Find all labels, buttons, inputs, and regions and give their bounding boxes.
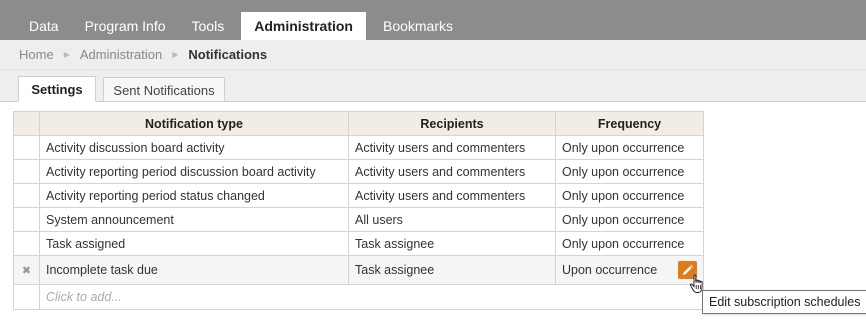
delete-row-icon[interactable]: ✖ [13, 255, 40, 285]
table-row[interactable]: Activity reporting period status changed… [13, 183, 704, 208]
table-row[interactable]: Activity discussion board activity Activ… [13, 135, 704, 160]
cell-recipients[interactable]: Activity users and commenters [348, 183, 556, 208]
top-nav-tabs: Data Program Info Tools Administration B… [16, 12, 466, 40]
tab-sent-notifications[interactable]: Sent Notifications [103, 77, 225, 102]
cell-recipients[interactable]: All users [348, 207, 556, 232]
selector-column-header [13, 111, 40, 136]
cell-notification-type[interactable]: Activity reporting period status changed [39, 183, 349, 208]
row-selector[interactable] [13, 231, 40, 256]
cell-frequency[interactable]: Only upon occurrence [555, 207, 704, 232]
cell-recipients[interactable]: Task assignee [348, 231, 556, 256]
notifications-table: Notification type Recipients Frequency A… [13, 111, 704, 310]
cell-frequency[interactable]: Only upon occurrence [555, 231, 704, 256]
nav-tab-tools[interactable]: Tools [179, 12, 238, 40]
add-row-placeholder[interactable]: Click to add... [46, 290, 122, 304]
breadcrumb: Home ▶ Administration ▶ Notifications [0, 40, 866, 70]
nav-tab-administration[interactable]: Administration [241, 12, 366, 40]
column-header-notification-type[interactable]: Notification type [39, 111, 349, 136]
table-header-row: Notification type Recipients Frequency [13, 111, 704, 136]
row-selector[interactable] [13, 159, 40, 184]
tab-settings[interactable]: Settings [18, 76, 96, 102]
row-selector [13, 284, 40, 310]
cell-notification-type[interactable]: System announcement [39, 207, 349, 232]
cell-frequency-text: Upon occurrence [562, 263, 658, 277]
breadcrumb-separator-icon: ▶ [172, 50, 179, 59]
column-header-frequency[interactable]: Frequency [555, 111, 704, 136]
table-row[interactable]: Activity reporting period discussion boa… [13, 159, 704, 184]
row-selector[interactable] [13, 207, 40, 232]
breadcrumb-current-page: Notifications [188, 47, 268, 62]
cell-notification-type[interactable]: Activity discussion board activity [39, 135, 349, 160]
nav-tab-program-info[interactable]: Program Info [72, 12, 179, 40]
subtab-bar: Settings Sent Notifications [0, 70, 866, 102]
notifications-grid: Notification type Recipients Frequency A… [13, 111, 704, 310]
tooltip: Edit subscription schedules [702, 290, 866, 314]
cell-frequency[interactable]: Only upon occurrence [555, 159, 704, 184]
add-row[interactable]: Click to add... [13, 284, 704, 310]
table-row[interactable]: Task assigned Task assignee Only upon oc… [13, 231, 704, 256]
column-header-recipients[interactable]: Recipients [348, 111, 556, 136]
cell-frequency[interactable]: Upon occurrence [555, 255, 704, 285]
cell-notification-type[interactable]: Incomplete task due [39, 255, 349, 285]
nav-tab-data[interactable]: Data [16, 12, 72, 40]
top-navigation-bar: Data Program Info Tools Administration B… [0, 0, 866, 40]
add-new-row-cell[interactable]: Click to add... [39, 284, 704, 310]
breadcrumb-home[interactable]: Home [19, 47, 54, 62]
cell-recipients[interactable]: Task assignee [348, 255, 556, 285]
breadcrumb-administration[interactable]: Administration [80, 47, 162, 62]
row-selector[interactable] [13, 183, 40, 208]
row-selector[interactable] [13, 135, 40, 160]
table-row-hovered[interactable]: ✖ Incomplete task due Task assignee Upon… [13, 255, 704, 285]
cell-recipients[interactable]: Activity users and commenters [348, 135, 556, 160]
cell-frequency[interactable]: Only upon occurrence [555, 135, 704, 160]
breadcrumb-separator-icon: ▶ [63, 50, 70, 59]
cell-frequency[interactable]: Only upon occurrence [555, 183, 704, 208]
cell-recipients[interactable]: Activity users and commenters [348, 159, 556, 184]
table-row[interactable]: System announcement All users Only upon … [13, 207, 704, 232]
cell-notification-type[interactable]: Activity reporting period discussion boa… [39, 159, 349, 184]
cell-notification-type[interactable]: Task assigned [39, 231, 349, 256]
nav-tab-bookmarks[interactable]: Bookmarks [370, 12, 466, 40]
